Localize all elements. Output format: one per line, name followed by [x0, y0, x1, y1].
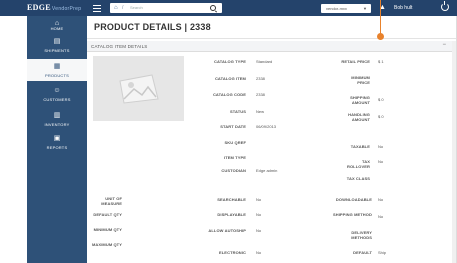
field-value: 2338 [256, 76, 265, 81]
field-value: No [256, 228, 262, 233]
field-label: CUSTODIAN [221, 168, 246, 173]
annotation-marker [377, 33, 384, 40]
field-label: TAX ROLLOVER [346, 159, 370, 169]
field-value: New [256, 109, 265, 114]
search-icon[interactable] [210, 5, 216, 11]
field-value: No [378, 159, 384, 164]
collapse-icon[interactable]: − [442, 42, 446, 49]
field-label: SEARCHABLE [217, 197, 246, 202]
field-label: MAXIMUM QTY [92, 242, 122, 247]
field-label: SKU QREF [224, 140, 246, 145]
customers-icon: ☺ [53, 87, 61, 94]
field-label: UNIT OF MEASURE [101, 196, 122, 206]
field-label: DELIVERY METHODS [351, 230, 372, 240]
sidebar-item-reports[interactable]: ▣ REPORTS [27, 131, 87, 153]
vendor-dropdown[interactable]: vendor-mxx ▼ [321, 4, 371, 13]
inventory-icon: ▥ [53, 112, 61, 119]
field-label: CATALOG CODE [212, 92, 246, 97]
field-label: HANDLING AMOUNT [348, 112, 370, 122]
field-label: START DATE [220, 124, 246, 129]
field-value: No [378, 197, 384, 202]
field-label: TAXABLE [350, 144, 370, 149]
hamburger-menu-icon[interactable] [93, 3, 101, 12]
home-icon[interactable]: ⌂ [114, 5, 118, 11]
page-title: PRODUCT DETAILS | 2338 [94, 22, 211, 32]
annotation-line [380, 0, 381, 34]
field-label: SHIPPING METHOD [332, 212, 372, 217]
field-value: Ship [378, 250, 387, 255]
field-label: CATALOG TYPE [214, 59, 246, 64]
sidebar-item-shipments[interactable]: ▤ SHIPMENTS [27, 34, 87, 56]
field-value: No [256, 197, 262, 202]
sidebar-item-label: PRODUCTS [44, 73, 70, 78]
field-value: $ 0 [378, 114, 384, 119]
field-value: No [378, 214, 384, 219]
field-label: STATUS [229, 109, 246, 114]
field-value: No [256, 212, 262, 217]
products-icon: ▦ [53, 63, 61, 70]
field-label: DEFAULT [353, 250, 372, 255]
panel-title: CATALOG ITEM DETAILS [91, 43, 148, 49]
field-label: DISPLAYABLE [217, 212, 246, 217]
sidebar-item-label: CUSTOMERS [43, 97, 71, 102]
field-value: $ 0 [378, 97, 384, 102]
sidebar-item-home[interactable]: ⌂ HOME [27, 16, 87, 34]
top-bar: EDGEVendorPrep ⌂ / Search vendor-mxx ▼ ▲… [0, 0, 457, 16]
field-value: 2338 [256, 92, 265, 97]
sidebar: ⌂ HOME ▤ SHIPMENTS ▦ PRODUCTS ☺ CUSTOMERS ▥ INVEN… [27, 16, 87, 263]
sidebar-item-label: SHIPMENTS [44, 48, 70, 53]
sidebar-item-label: REPORTS [46, 145, 68, 150]
field-value: No [256, 250, 262, 255]
field-value: No [378, 144, 384, 149]
field-label: MINIMUM QTY [93, 227, 122, 232]
user-name[interactable]: Bob hult [394, 4, 412, 13]
page-header: PRODUCT DETAILS | 2338 [87, 16, 457, 39]
sidebar-item-label: INVENTORY [44, 122, 70, 127]
field-label: DEFAULT QTY [93, 212, 122, 217]
field-label: ELECTRONIC [219, 250, 246, 255]
field-label: RETAIL PRICE [341, 59, 370, 64]
field-label: ITEM TYPE [223, 155, 246, 160]
field-value: Edge admin [256, 168, 278, 173]
field-value: 06/09/2013 [256, 124, 277, 129]
search-placeholder: Search [130, 5, 143, 10]
shipments-icon: ▤ [53, 38, 61, 45]
product-image [93, 56, 184, 121]
field-label: DOWNLOADABLE [335, 197, 372, 202]
reports-icon: ▣ [53, 135, 61, 142]
field-label: MINIMUM PRICE [351, 75, 370, 85]
power-icon[interactable] [441, 1, 449, 11]
field-label: ALLOW AUTOSHIP [208, 228, 246, 233]
sidebar-item-customers[interactable]: ☺ CUSTOMERS [27, 83, 87, 105]
field-label: SHIPPING AMOUNT [350, 95, 370, 105]
catalog-item-details-panel-header[interactable]: CATALOG ITEM DETAILS − [87, 41, 452, 52]
sidebar-item-inventory[interactable]: ▥ INVENTORY [27, 108, 87, 130]
search-input[interactable]: ⌂ / Search [110, 3, 222, 13]
field-value: Standard [256, 59, 273, 64]
sidebar-item-label: HOME [50, 26, 64, 31]
field-label: CATALOG ITEM [214, 76, 246, 81]
chevron-down-icon: ▼ [363, 6, 367, 11]
image-placeholder-icon [93, 56, 184, 121]
field-label: TAX CLASS [346, 176, 370, 181]
app-logo[interactable]: EDGEVendorPrep [27, 3, 81, 12]
sidebar-item-products[interactable]: ▦ PRODUCTS [27, 59, 87, 81]
field-value: $ 1 [378, 59, 384, 64]
